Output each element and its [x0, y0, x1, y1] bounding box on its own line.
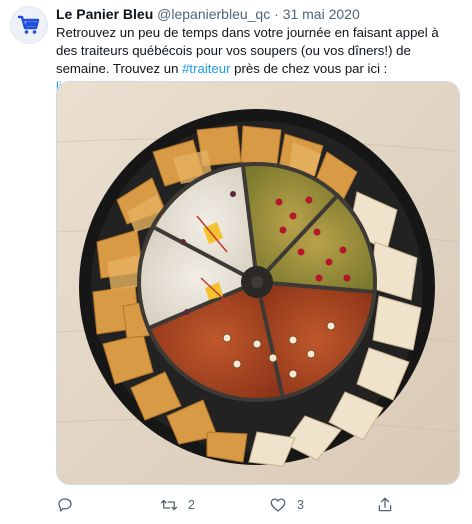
shopping-cart-icon [17, 15, 40, 34]
avatar[interactable] [10, 6, 48, 44]
food-platter-image [57, 82, 459, 484]
separator-dot: · [274, 6, 279, 22]
heart-icon [270, 498, 286, 512]
retweet-icon [160, 499, 178, 511]
tweet-media-photo[interactable] [56, 81, 460, 485]
tweet-text-part: près de chez vous par ici : [230, 61, 388, 76]
speech-bubble-icon [58, 498, 72, 512]
retweet-button[interactable]: 2 [160, 494, 195, 516]
author-name[interactable]: Le Panier Bleu [56, 6, 153, 22]
tweet: Le Panier Bleu @lepanierbleu_qc · 31 mai… [0, 0, 472, 524]
like-button[interactable]: 3 [269, 494, 304, 516]
share-icon [378, 497, 392, 512]
reply-button[interactable] [56, 494, 74, 516]
author-handle[interactable]: @lepanierbleu_qc [157, 6, 270, 22]
tweet-date[interactable]: 31 mai 2020 [283, 6, 360, 22]
share-button[interactable] [376, 494, 394, 516]
hashtag-traiteur[interactable]: #traiteur [182, 61, 230, 76]
tweet-actions: 2 3 [56, 494, 460, 516]
retweet-count: 2 [188, 498, 195, 512]
tweet-header: Le Panier Bleu @lepanierbleu_qc · 31 mai… [56, 5, 360, 23]
like-count: 3 [297, 498, 304, 512]
